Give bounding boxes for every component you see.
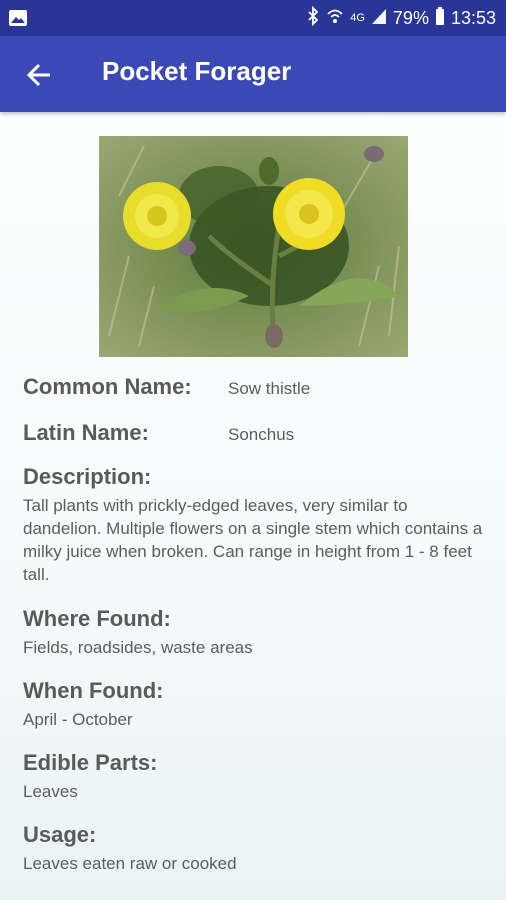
latin-name-value: Sonchus [228,425,295,444]
common-name-row: Common Name: Sow thistle [23,374,310,400]
when-found-section: When Found: April - October [23,678,483,731]
when-found-value: April - October [23,710,133,729]
usage-label: Usage: [23,822,97,847]
common-name-value: Sow thistle [228,379,311,398]
edible-parts-label: Edible Parts: [23,750,158,775]
battery-icon [435,6,445,31]
latin-name-label: Latin Name: [23,420,149,445]
where-found-section: Where Found: Fields, roadsides, waste ar… [23,606,483,659]
bluetooth-icon [306,5,320,31]
usage-value: Leaves eaten raw or cooked [23,854,237,873]
common-name-label: Common Name: [23,374,192,399]
plant-photo [99,136,408,357]
clock: 13:53 [450,7,496,28]
app-title: Pocket Forager [102,56,292,86]
signal-icon [371,7,387,30]
gallery-icon [8,8,28,32]
description-label: Description: [23,464,152,489]
edible-parts-section: Edible Parts: Leaves [23,750,483,803]
description-section: Description: Tall plants with prickly-ed… [23,464,483,586]
latin-name-row: Latin Name: Sonchus [23,420,294,446]
arrow-left-icon [26,63,50,87]
description-value: Tall plants with prickly-edged leaves, v… [23,496,483,584]
battery-percentage: 79% [392,7,429,28]
where-found-label: Where Found: [23,606,171,631]
edible-parts-value: Leaves [23,782,78,801]
status-bar: 4G 79% 13:53 [0,0,506,36]
status-indicators: 4G 79% 13:53 [306,0,496,36]
where-found-value: Fields, roadsides, waste areas [23,638,253,657]
usage-section: Usage: Leaves eaten raw or cooked [23,822,483,875]
app-toolbar: Pocket Forager [0,36,506,112]
network-type-label: 4G [350,12,365,24]
when-found-label: When Found: [23,678,164,703]
wifi-icon [326,6,344,31]
back-button[interactable] [22,58,56,92]
